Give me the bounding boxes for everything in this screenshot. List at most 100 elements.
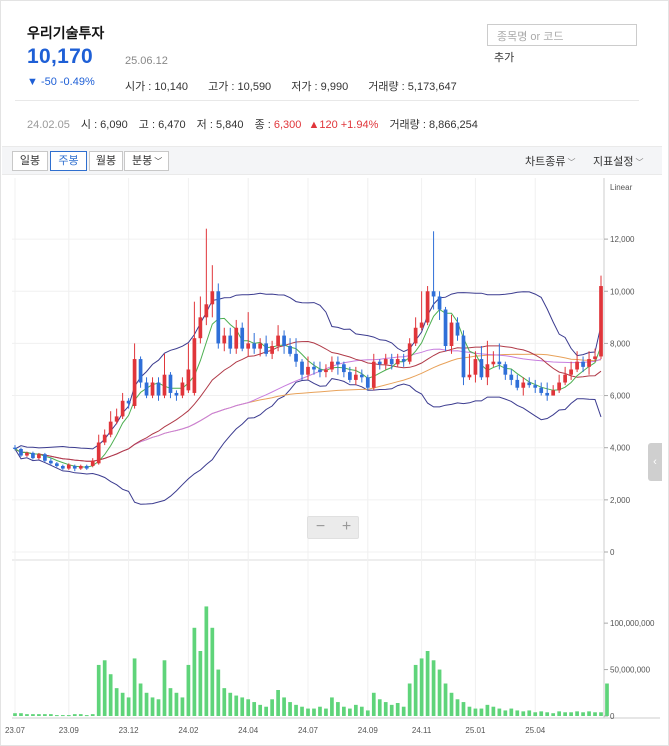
- volume-bar: [551, 713, 556, 716]
- candle-body: [144, 382, 149, 396]
- candle-body: [342, 364, 346, 373]
- price-chart[interactable]: 23.07 23.09 23.12 24.02 24.04 24.07 24.09 24.11…: [0, 0, 669, 746]
- candle-body: [60, 465, 65, 469]
- volume-bar: [461, 702, 466, 716]
- volume-bar: [377, 699, 382, 716]
- candle-body: [479, 359, 484, 378]
- volume-bar: [443, 683, 448, 716]
- volume-bar: [348, 708, 352, 716]
- candle-body: [49, 460, 53, 464]
- candle-body: [593, 356, 597, 360]
- volume-bar: [605, 683, 609, 716]
- volume-bar: [395, 703, 400, 716]
- volume-bar: [353, 704, 358, 716]
- volume-bar: [557, 711, 562, 716]
- volume-bar: [144, 692, 149, 716]
- candle-body: [90, 460, 95, 466]
- candle-body: [503, 364, 508, 375]
- volume-bar: [150, 697, 155, 716]
- candle-body: [25, 452, 29, 456]
- volume-bar: [575, 711, 579, 716]
- candle-body: [168, 374, 173, 393]
- candle-body: [365, 377, 370, 388]
- candle-body: [138, 359, 143, 383]
- volume-tick-label: 100,000,000: [610, 619, 655, 628]
- volume-bar: [599, 712, 603, 716]
- volume-bar: [449, 692, 454, 716]
- candle-body: [473, 359, 478, 375]
- candle-body: [258, 343, 263, 349]
- volume-bar: [497, 708, 502, 716]
- volume-bar: [108, 674, 113, 716]
- volume-bar: [114, 688, 119, 716]
- volume-bar: [539, 711, 544, 716]
- volume-bar: [31, 714, 35, 716]
- volume-bar: [162, 660, 167, 716]
- candle-body: [228, 335, 233, 349]
- volume-tick-label: 0: [610, 712, 615, 721]
- volume-bar: [425, 651, 430, 716]
- candle-body: [282, 335, 286, 347]
- candle-body: [126, 400, 131, 404]
- volume-bar: [365, 710, 370, 716]
- price-tick-label: 6,000: [610, 392, 631, 401]
- candle-body: [96, 442, 101, 464]
- candle-body: [443, 309, 448, 347]
- candle-body: [515, 379, 520, 388]
- candle-body: [527, 382, 532, 386]
- volume-bar: [533, 712, 538, 716]
- volume-bar: [437, 669, 442, 716]
- volume-bar: [306, 708, 310, 716]
- candle-body: [276, 335, 280, 347]
- candle-body: [54, 463, 59, 466]
- volume-bar: [479, 708, 484, 716]
- volume-bar: [276, 690, 280, 716]
- candle-body: [216, 291, 221, 344]
- volume-bar: [485, 704, 490, 716]
- volume-bar: [222, 688, 227, 716]
- candle-body: [102, 434, 107, 443]
- candle-body: [240, 327, 245, 349]
- volume-bar: [180, 697, 185, 716]
- volume-bar: [264, 706, 268, 716]
- candle-body: [491, 361, 496, 365]
- candle-body: [318, 369, 322, 373]
- x-tick-label: 24.09: [358, 726, 379, 735]
- volume-bar: [330, 697, 334, 716]
- candle-body: [395, 359, 400, 365]
- candle-body: [246, 343, 251, 349]
- price-tick-label: 2,000: [610, 496, 631, 505]
- candle-body: [485, 364, 490, 378]
- candle-body: [78, 465, 83, 469]
- candle-body: [371, 361, 376, 388]
- volume-bar: [413, 664, 418, 716]
- volume-bar: [156, 699, 161, 716]
- volume-bar: [431, 660, 436, 716]
- volume-bar: [312, 708, 316, 716]
- volume-bar: [258, 704, 263, 716]
- candle-body: [359, 374, 364, 378]
- candle-body: [234, 327, 239, 349]
- candle-body: [461, 335, 466, 378]
- candle-body: [120, 400, 125, 417]
- volume-bar: [19, 713, 23, 716]
- candle-body: [198, 317, 203, 339]
- volume-bar: [66, 715, 71, 717]
- candle-body: [186, 369, 191, 391]
- side-panel-toggle[interactable]: ‹: [648, 443, 662, 481]
- candle-body: [581, 361, 585, 367]
- candle-body: [413, 327, 418, 344]
- volume-bar: [204, 606, 209, 716]
- volume-bar: [228, 692, 233, 716]
- zoom-in-button[interactable]: +: [334, 518, 359, 536]
- candle-body: [270, 346, 274, 354]
- candle-body: [330, 361, 334, 370]
- candle-body: [599, 286, 603, 357]
- volume-bar: [509, 708, 514, 716]
- price-tick-label: 0: [610, 548, 615, 557]
- zoom-out-button[interactable]: −: [308, 518, 333, 536]
- candle-body: [431, 291, 436, 297]
- volume-bar: [527, 710, 532, 716]
- volume-bar: [359, 706, 364, 716]
- volume-bar: [234, 695, 239, 716]
